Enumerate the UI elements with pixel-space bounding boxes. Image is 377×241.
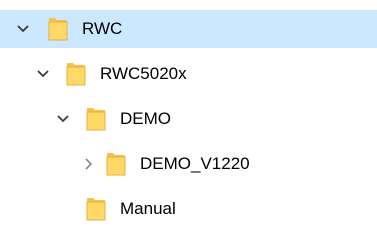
tree-item-manual[interactable]: Manual — [0, 190, 377, 228]
chevron-down-icon[interactable] — [52, 108, 74, 130]
folder-icon — [46, 16, 70, 42]
folder-icon — [84, 106, 108, 132]
chevron-down-icon[interactable] — [12, 18, 34, 40]
tree-item-demo[interactable]: DEMO — [0, 100, 377, 138]
tree-item-label: DEMO — [120, 109, 171, 128]
chevron-right-icon[interactable] — [78, 153, 100, 175]
folder-tree: RWC RWC5020x DEMO DEMO_V1220 Manual — [0, 0, 377, 241]
tree-item-demo-v1220[interactable]: DEMO_V1220 — [0, 145, 377, 183]
tree-item-rwc5020x[interactable]: RWC5020x — [0, 55, 377, 93]
tree-item-label: DEMO_V1220 — [140, 154, 250, 173]
tree-item-label: RWC5020x — [100, 64, 187, 83]
chevron-down-icon[interactable] — [32, 63, 54, 85]
folder-icon — [84, 196, 108, 222]
tree-item-rwc[interactable]: RWC — [0, 10, 377, 48]
folder-icon — [64, 61, 88, 87]
folder-icon — [104, 151, 128, 177]
tree-item-label: RWC — [82, 19, 123, 38]
tree-item-label: Manual — [120, 199, 176, 218]
